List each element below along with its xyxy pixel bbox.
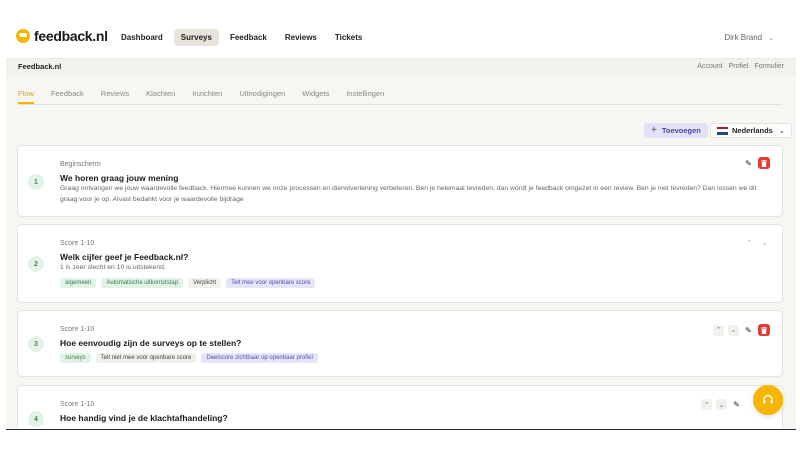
question-type: Score 1-10 <box>60 240 95 247</box>
tab-feedback[interactable]: Feedback <box>51 83 84 104</box>
move-down-icon[interactable]: ⌄ <box>759 237 770 248</box>
chevron-down-icon: ⌄ <box>778 127 785 135</box>
question-card[interactable]: 4 Score 1-10 Hoe handig vind je de klach… <box>17 385 783 429</box>
question-type: Beginscherm <box>60 161 101 168</box>
question-description: 1 is zeer slecht en 10 is uitstekend. <box>60 264 166 271</box>
tab-flow[interactable]: Flow <box>18 83 34 104</box>
link-formulier[interactable]: Formulier <box>754 63 784 70</box>
language-label: Nederlands <box>732 126 773 135</box>
tag: Verplicht <box>188 278 222 288</box>
question-title: Hoe handig vind je de klachtafhandeling? <box>60 413 228 423</box>
tab-uitnodigingen[interactable]: Uitnodigingen <box>239 83 285 104</box>
delete-icon[interactable] <box>758 157 770 169</box>
tab-instellingen[interactable]: Instellingen <box>346 83 384 104</box>
question-card[interactable]: 2 Score 1-10 Welk cijfer geef je Feedbac… <box>17 224 783 303</box>
question-title: We horen graag jouw mening <box>60 173 179 183</box>
link-account[interactable]: Account <box>697 63 722 70</box>
tab-reviews[interactable]: Reviews <box>101 83 129 104</box>
add-button[interactable]: + Toevoegen <box>644 123 708 138</box>
user-menu[interactable]: Dirk Brand ⌄ <box>724 33 774 42</box>
nav-item-feedback[interactable]: Feedback <box>223 29 274 46</box>
tab-klachten[interactable]: Klachten <box>146 83 175 104</box>
tab-bar: Flow Feedback Reviews Klachten Inzichten… <box>18 83 782 105</box>
question-type: Score 1-10 <box>60 401 95 408</box>
tag: Telt mee voor openbare score <box>226 278 316 288</box>
help-chat-button[interactable] <box>753 385 783 415</box>
flag-nl-icon <box>717 126 728 135</box>
language-select[interactable]: Nederlands ⌄ <box>710 123 792 138</box>
nav-item-dashboard[interactable]: Dashboard <box>114 29 170 46</box>
move-down-icon[interactable]: ⌄ <box>716 399 727 410</box>
move-down-icon[interactable]: ⌄ <box>728 324 739 336</box>
question-card[interactable]: 3 Score 1-10 Hoe eenvoudig zijn de surve… <box>17 310 783 377</box>
nav-item-tickets[interactable]: Tickets <box>328 29 369 46</box>
headset-icon <box>763 394 773 404</box>
question-card[interactable]: 1 Beginscherm We horen graag jouw mening… <box>17 145 783 217</box>
user-name: Dirk Brand <box>724 33 763 42</box>
tag: surveys <box>60 353 91 363</box>
tag: Telt niet mee voor openbare score <box>95 353 197 363</box>
logo-text: feedback.nl <box>34 28 108 44</box>
chevron-down-icon: ⌄ <box>768 34 774 42</box>
main-content: Flow Feedback Reviews Klachten Inzichten… <box>6 75 796 429</box>
logo[interactable]: feedback.nl <box>16 28 108 44</box>
move-up-icon[interactable]: ⌃ <box>713 324 724 336</box>
tag: Deelscore zichtbaar op openbaar profiel <box>201 353 318 363</box>
question-number: 1 <box>28 174 44 190</box>
org-name: Feedback.nl <box>18 62 62 71</box>
add-button-label: Toevoegen <box>661 126 701 135</box>
edit-icon[interactable]: ✎ <box>743 158 754 169</box>
tag: Automatische uitkomststap <box>101 278 184 288</box>
edit-icon[interactable]: ✎ <box>743 325 754 336</box>
move-up-icon[interactable]: ⌃ <box>744 237 755 248</box>
plus-icon: + <box>651 125 657 136</box>
question-type: Score 1-10 <box>60 326 95 333</box>
top-nav: feedback.nl Dashboard Surveys Feedback R… <box>6 0 796 58</box>
tag: algemeen <box>60 278 97 288</box>
tab-widgets[interactable]: Widgets <box>302 83 329 104</box>
logo-icon <box>16 29 30 43</box>
app-window: feedback.nl Dashboard Surveys Feedback R… <box>6 0 796 430</box>
org-bar: Feedback.nl Account Profiel Formulier <box>6 58 796 75</box>
question-number: 3 <box>28 336 44 352</box>
question-description: Graag ontvangen we jouw waardevolle feed… <box>60 185 757 203</box>
question-number: 4 <box>28 411 44 427</box>
nav-item-reviews[interactable]: Reviews <box>278 29 324 46</box>
edit-icon[interactable]: ✎ <box>731 399 742 410</box>
link-profiel[interactable]: Profiel <box>729 63 749 70</box>
nav-item-surveys[interactable]: Surveys <box>173 29 219 46</box>
question-title: Hoe eenvoudig zijn de surveys op te stel… <box>60 338 242 348</box>
tab-inzichten[interactable]: Inzichten <box>192 83 222 104</box>
question-number: 2 <box>28 256 44 272</box>
move-up-icon[interactable]: ⌃ <box>701 399 712 410</box>
delete-icon[interactable] <box>758 324 770 336</box>
question-title: Welk cijfer geef je Feedback.nl? <box>60 252 189 262</box>
